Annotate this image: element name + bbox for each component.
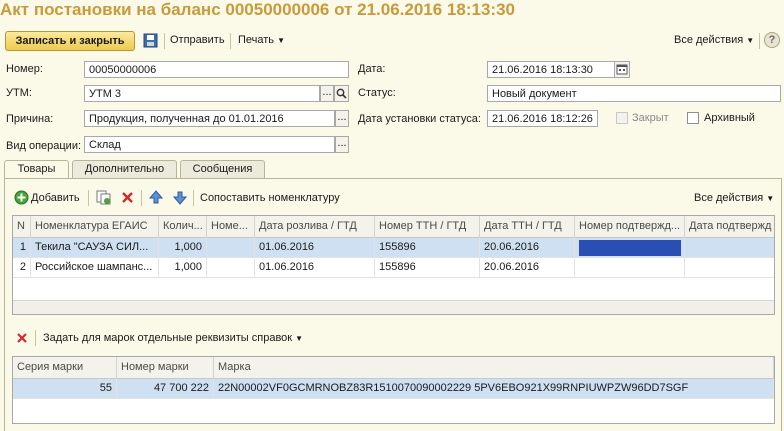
operation-label: Вид операции: [6, 140, 82, 152]
goods-table-cell[interactable]: Текила "САУЗА СИЛ... [31, 238, 159, 258]
page-title: Акт постановки на баланс 00050000006 от … [0, 0, 515, 19]
save-icon[interactable] [143, 33, 158, 48]
utm-label: УТМ: [6, 87, 32, 99]
print-label: Печать [238, 34, 275, 46]
set-mark-details-label: Задать для марок отдельные реквизиты спр… [43, 332, 293, 344]
closed-checkbox[interactable] [616, 112, 628, 124]
goods-table-cell[interactable]: 01.06.2016 [255, 238, 375, 258]
tab-messages[interactable]: Сообщения [180, 160, 265, 178]
marks-table-cell[interactable]: 47 700 222 [117, 379, 214, 399]
goods-table-cell[interactable]: 01.06.2016 [255, 258, 375, 278]
match-nomenclature-button[interactable]: Сопоставить номенклатуру [200, 192, 340, 204]
toolbar-separator [230, 33, 231, 49]
save-and-close-button[interactable]: Записать и закрыть [5, 31, 135, 51]
status-date-field: 21.06.2016 18:12:26 [487, 110, 598, 127]
goods-table-cell[interactable]: 20.06.2016 [480, 258, 575, 278]
goods-column-header[interactable]: Колич... [159, 216, 207, 238]
dropdown-arrow-icon: ▼ [746, 36, 755, 45]
dropdown-arrow-icon: ▼ [295, 334, 304, 343]
set-mark-details-button[interactable]: Задать для марок отдельные реквизиты спр… [43, 332, 303, 344]
marks-column-header[interactable]: Марка [214, 357, 774, 379]
reason-field[interactable]: Продукция, полученная до 01.01.2016 [84, 110, 335, 127]
reason-label: Причина: [6, 113, 54, 125]
goods-table-cell[interactable]: 2 [13, 258, 31, 278]
goods-column-header[interactable]: Дата розлива / ГТД [255, 216, 375, 238]
delete-icon[interactable] [121, 191, 134, 204]
toolbar-separator [759, 33, 760, 49]
marks-table-row[interactable]: 55 47 700 222 22N00002VF0GCMRNOBZ83R151007… [13, 379, 774, 399]
operation-select-button[interactable]: ... [335, 136, 349, 153]
goods-table-cell[interactable] [207, 238, 255, 258]
marks-column-header[interactable]: Номер марки [117, 357, 214, 379]
goods-table-cell[interactable]: Российское шампанс... [31, 258, 159, 278]
active-cell-highlight[interactable] [579, 240, 681, 256]
dropdown-arrow-icon: ▼ [766, 194, 775, 203]
goods-column-header[interactable]: Номер ТТН / ГТД [375, 216, 480, 238]
archived-label: Архивный [704, 112, 755, 124]
number-label: Номер: [6, 63, 43, 75]
goods-all-actions-label: Все действия [694, 192, 764, 204]
goods-column-header[interactable]: Номенклатура ЕГАИС [31, 216, 159, 238]
tab-goods[interactable]: Товары [4, 160, 69, 179]
status-field: Новый документ [487, 85, 781, 102]
marks-table-cell[interactable]: 22N00002VF0GCMRNOBZ83R1510070090002229 5… [214, 379, 774, 399]
goods-table-cell[interactable] [685, 238, 774, 258]
goods-all-actions-button[interactable]: Все действия ▼ [694, 192, 774, 204]
utm-select-button[interactable]: ... [320, 85, 334, 102]
goods-table-cell[interactable]: 155896 [375, 258, 480, 278]
print-button[interactable]: Печать ▼ [238, 31, 285, 51]
all-actions-button[interactable]: Все действия ▼ [674, 31, 754, 51]
goods-table-cell[interactable] [575, 258, 685, 278]
goods-column-header[interactable]: Дата подтвержд [685, 216, 774, 238]
copy-icon[interactable] [96, 190, 111, 205]
utm-field[interactable]: УТМ 3 [84, 85, 320, 102]
date-field[interactable]: 21.06.2016 18:13:30 [487, 61, 615, 78]
tab-additional[interactable]: Дополнительно [72, 160, 177, 178]
add-icon[interactable] [14, 190, 29, 205]
goods-column-header[interactable]: N [13, 216, 31, 238]
goods-table-cell[interactable]: 20.06.2016 [480, 238, 575, 258]
goods-table-header: N Номенклатура ЕГАИС Колич... Номе... Дата р… [13, 216, 774, 238]
goods-table-cell[interactable]: 1 [13, 238, 31, 258]
archived-checkbox[interactable] [687, 112, 699, 124]
goods-column-header[interactable]: Дата ТТН / ГТД [480, 216, 575, 238]
toolbar-separator [141, 190, 142, 206]
marks-table-header: Серия марки Номер марки Марка [13, 357, 774, 379]
move-down-icon[interactable] [173, 190, 187, 205]
reason-select-button[interactable]: ... [335, 110, 349, 127]
help-icon[interactable]: ? [764, 32, 780, 48]
closed-label: Закрыт [632, 112, 669, 124]
date-label: Дата: [358, 63, 386, 75]
goods-table-cell[interactable]: 1,000 [159, 258, 207, 278]
delete-mark-icon[interactable] [16, 332, 28, 344]
move-up-icon[interactable] [149, 190, 163, 205]
toolbar-separator [193, 190, 194, 206]
calendar-icon[interactable] [614, 61, 630, 78]
horizontal-scrollbar[interactable] [13, 300, 774, 314]
operation-field[interactable]: Склад [84, 136, 335, 153]
toolbar-separator [88, 190, 89, 206]
number-field[interactable]: 00050000006 [84, 61, 349, 78]
send-button[interactable]: Отправить [170, 31, 225, 51]
marks-table-cell[interactable]: 55 [13, 379, 117, 399]
goods-table[interactable]: N Номенклатура ЕГАИС Колич... Номе... Дата р… [12, 215, 775, 315]
toolbar-separator [35, 330, 36, 346]
goods-table-cell[interactable]: 1,000 [159, 238, 207, 258]
goods-table-cell[interactable]: 155896 [375, 238, 480, 258]
marks-table[interactable]: Серия марки Номер марки Марка 55 47 700 222… [12, 356, 775, 424]
goods-table-cell[interactable] [685, 258, 774, 278]
status-label: Статус: [358, 87, 396, 99]
toolbar-separator [164, 33, 165, 49]
goods-table-cell[interactable] [207, 258, 255, 278]
dropdown-arrow-icon: ▼ [277, 36, 286, 45]
goods-table-row[interactable]: 2 Российское шампанс... 1,000 01.06.2016 155… [13, 258, 774, 278]
goods-column-header[interactable]: Номе... [207, 216, 255, 238]
marks-column-header[interactable]: Серия марки [13, 357, 117, 379]
goods-column-header[interactable]: Номер подтвержд... [575, 216, 685, 238]
status-date-label: Дата установки статуса: [358, 113, 481, 125]
all-actions-label: Все действия [674, 34, 744, 46]
search-icon[interactable] [334, 85, 349, 102]
add-button[interactable]: Добавить [31, 192, 80, 204]
